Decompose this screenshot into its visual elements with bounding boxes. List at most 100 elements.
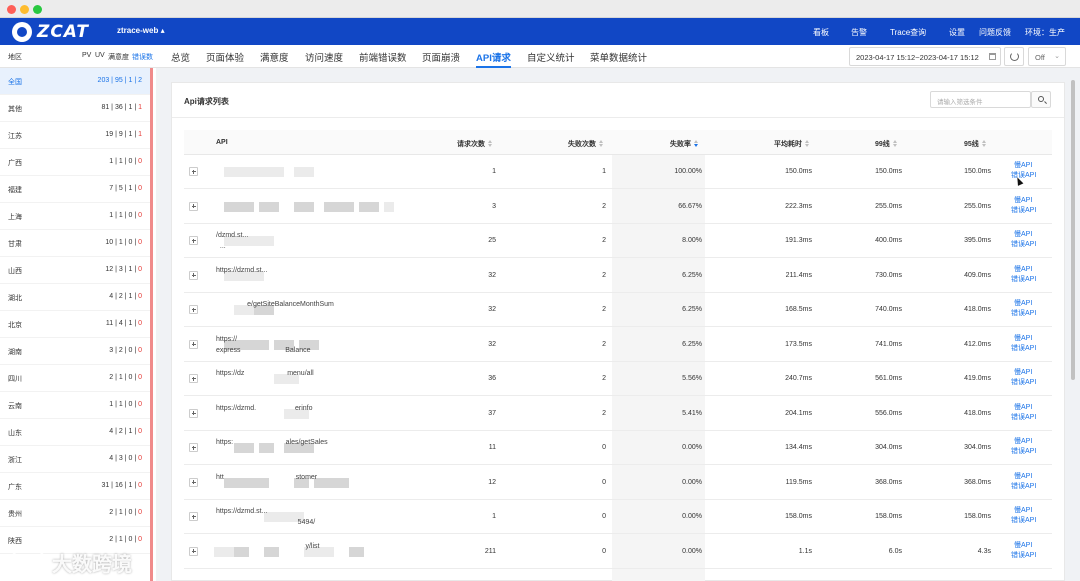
region-row[interactable]: 上海 1 | 1 | 0 | 0 <box>0 203 150 230</box>
slow-api-link[interactable]: 慢API <box>1011 334 1036 344</box>
sort-icon[interactable] <box>488 140 493 147</box>
region-row[interactable]: 湖南 3 | 2 | 0 | 0 <box>0 338 150 365</box>
error-api-link[interactable]: 错误API <box>1011 447 1036 457</box>
region-metrics: 1 | 1 | 0 | 0 <box>109 212 142 219</box>
expand-row-icon[interactable] <box>189 201 198 211</box>
sort-icon[interactable] <box>981 140 987 147</box>
slow-api-link[interactable]: 慢API <box>1011 230 1036 240</box>
column-header-failures[interactable]: 失败次数 <box>568 139 604 149</box>
nav-dashboard[interactable]: 看板 <box>813 27 829 38</box>
region-row[interactable]: 广东 31 | 16 | 1 | 0 <box>0 473 150 500</box>
refresh-button[interactable] <box>1004 47 1024 66</box>
region-row[interactable]: 浙江 4 | 3 | 0 | 0 <box>0 446 150 473</box>
expand-row-icon[interactable] <box>189 512 198 521</box>
region-row[interactable]: 福建 7 | 5 | 1 | 0 <box>0 176 150 203</box>
expand-row-icon[interactable] <box>189 236 198 245</box>
zcat-logo[interactable]: ZCAT <box>12 21 92 43</box>
date-range-picker[interactable]: 2023-04-17 15:12~2023-04-17 15:12 <box>849 47 1001 66</box>
error-api-link[interactable]: 错误API <box>1011 482 1036 492</box>
column-header-failure-rate[interactable]: 失败率 <box>670 139 699 149</box>
tab-custom-stats[interactable]: 自定义统计 <box>527 50 575 68</box>
error-api-link[interactable]: 错误API <box>1011 275 1036 285</box>
region-row[interactable]: 山东 4 | 2 | 1 | 0 <box>0 419 150 446</box>
column-header-avg-time[interactable]: 平均耗时 <box>774 139 810 149</box>
nav-feedback[interactable]: 问题反馈 <box>979 27 1011 38</box>
region-row[interactable]: 北京 11 | 4 | 1 | 0 <box>0 311 150 338</box>
error-api-link[interactable]: 错误API <box>1011 309 1036 319</box>
tab-api-requests[interactable]: API请求 <box>476 50 511 68</box>
filter-input[interactable]: 请输入筛选条件 <box>930 91 1031 108</box>
failure-count: 0 <box>602 513 606 520</box>
region-row[interactable]: 山西 12 | 3 | 1 | 0 <box>0 257 150 284</box>
expand-row-icon[interactable] <box>189 546 198 556</box>
nav-settings[interactable]: 设置 <box>949 27 965 38</box>
error-api-link[interactable]: 错误API <box>1011 516 1036 526</box>
tab-page-crash[interactable]: 页面崩溃 <box>422 50 460 68</box>
tab-access-speed[interactable]: 访问速度 <box>305 50 343 68</box>
slow-api-link[interactable]: 慢API <box>1011 368 1036 378</box>
region-row[interactable]: 江苏 19 | 9 | 1 | 1 <box>0 122 150 149</box>
slow-api-link[interactable]: 慢API <box>1011 265 1036 275</box>
expand-row-icon[interactable] <box>189 443 198 452</box>
nav-environment[interactable]: 环境：生产 <box>1025 27 1065 38</box>
sort-icon[interactable] <box>599 140 604 147</box>
expand-row-icon[interactable] <box>189 477 198 487</box>
expand-row-icon[interactable] <box>189 408 198 418</box>
region-row[interactable]: 湖北 4 | 2 | 1 | 0 <box>0 284 150 311</box>
expand-row-icon[interactable] <box>189 305 198 314</box>
slow-api-link[interactable]: 慢API <box>1011 299 1036 309</box>
column-header-p95[interactable]: 95线 <box>964 139 987 149</box>
expand-row-icon[interactable] <box>189 167 198 176</box>
error-api-link[interactable]: 错误API <box>1011 206 1036 216</box>
slow-api-link[interactable]: 慢API <box>1011 472 1036 482</box>
tab-page-experience[interactable]: 页面体验 <box>206 50 244 68</box>
row-actions: 慢API 错误API <box>1011 403 1036 423</box>
app-selector[interactable]: ztrace-web ▴ <box>117 26 165 35</box>
region-row[interactable]: 贵州 2 | 1 | 0 | 0 <box>0 500 150 527</box>
error-api-link[interactable]: 错误API <box>1011 551 1036 561</box>
sort-icon[interactable] <box>892 140 898 147</box>
tab-satisfaction[interactable]: 满意度 <box>260 50 289 68</box>
slow-api-link[interactable]: 慢API <box>1011 541 1036 551</box>
error-api-link[interactable]: 错误API <box>1011 344 1036 354</box>
slow-api-link[interactable]: 慢API <box>1011 403 1036 413</box>
metric-tab-pv[interactable]: PV <box>82 52 91 59</box>
auto-refresh-select[interactable]: Off ⌄ <box>1028 47 1066 66</box>
search-button[interactable] <box>1031 91 1051 108</box>
minimize-window-icon[interactable] <box>20 5 29 14</box>
error-api-link[interactable]: 错误API <box>1011 240 1036 250</box>
sort-icon[interactable] <box>805 140 810 147</box>
column-header-p99[interactable]: 99线 <box>875 139 898 149</box>
slow-api-link[interactable]: 慢API <box>1011 437 1036 447</box>
error-api-link[interactable]: 错误API <box>1011 378 1036 388</box>
slow-api-link[interactable]: 慢API <box>1011 196 1036 206</box>
slow-api-link[interactable]: 慢API <box>1011 161 1036 171</box>
slow-api-link[interactable]: 慢API <box>1011 506 1036 516</box>
maximize-window-icon[interactable] <box>33 5 42 14</box>
tab-overview[interactable]: 总览 <box>171 50 190 68</box>
region-row[interactable]: 四川 2 | 1 | 0 | 0 <box>0 365 150 392</box>
nav-alerts[interactable]: 告警 <box>851 27 867 38</box>
tab-frontend-errors[interactable]: 前端错误数 <box>359 50 407 68</box>
region-row[interactable]: 广西 1 | 1 | 0 | 0 <box>0 149 150 176</box>
region-row[interactable]: 其他 81 | 36 | 1 | 1 <box>0 95 150 122</box>
metric-tab-satisfaction[interactable]: 满意度 <box>108 52 129 62</box>
region-row[interactable]: 甘肃 10 | 1 | 0 | 0 <box>0 230 150 257</box>
scrollbar-thumb[interactable] <box>1071 80 1075 380</box>
column-header-requests[interactable]: 请求次数 <box>457 139 493 149</box>
metric-tab-errors[interactable]: 错误数 <box>132 52 153 62</box>
region-metric-d: 0 <box>138 428 142 435</box>
metric-tab-uv[interactable]: UV <box>95 52 105 59</box>
nav-trace-query[interactable]: Trace查询 <box>890 27 926 38</box>
region-row[interactable]: 云南 1 | 1 | 0 | 0 <box>0 392 150 419</box>
region-metric-d: 0 <box>138 401 142 408</box>
close-window-icon[interactable] <box>7 5 16 14</box>
region-row[interactable]: 全国 203 | 95 | 1 | 2 <box>0 68 150 95</box>
tab-menu-stats[interactable]: 菜单数据统计 <box>590 50 647 68</box>
sort-desc-icon[interactable] <box>694 140 699 147</box>
region-name: 浙江 <box>8 457 22 464</box>
expand-row-icon[interactable] <box>189 339 198 349</box>
expand-row-icon[interactable] <box>189 270 198 280</box>
expand-row-icon[interactable] <box>189 374 198 383</box>
error-api-link[interactable]: 错误API <box>1011 413 1036 423</box>
